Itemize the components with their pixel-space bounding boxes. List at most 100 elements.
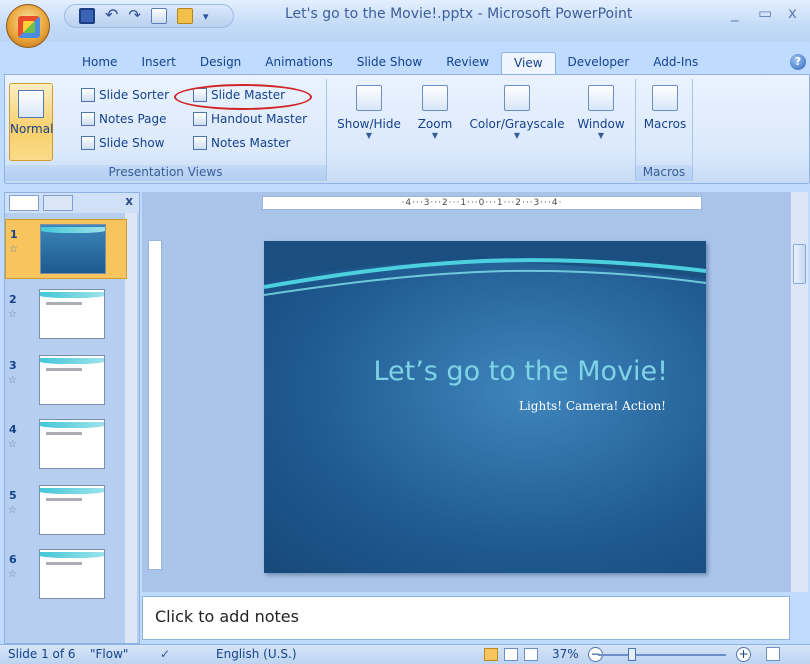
slide-wave-decoration xyxy=(264,241,706,296)
slide-show-icon xyxy=(81,136,95,150)
animation-star-icon: ☆ xyxy=(8,505,17,516)
color-grayscale-button[interactable]: Color/Grayscale ▼ xyxy=(465,79,569,140)
notes-master-button[interactable]: Notes Master xyxy=(193,133,290,153)
thumb-number: 6 xyxy=(9,553,17,566)
slides-tab[interactable] xyxy=(9,195,39,211)
slide-title[interactable]: Let’s go to the Movie! xyxy=(264,356,668,387)
spelling-check-icon[interactable]: ✓ xyxy=(160,647,170,661)
customize-qat-icon[interactable]: ▾ xyxy=(203,10,209,23)
group-label-macros: Macros xyxy=(636,165,692,181)
group-macros: Macros Macros xyxy=(635,79,693,181)
help-icon[interactable]: ? xyxy=(790,54,806,70)
slide-thumbnail-6[interactable]: 6 ☆ xyxy=(5,545,127,605)
notes-page-label: Notes Page xyxy=(99,112,167,126)
pane-tabs: x xyxy=(5,193,139,213)
ribbon-tabs: Home Insert Design Animations Slide Show… xyxy=(70,52,710,76)
office-logo-icon xyxy=(18,16,40,38)
slides-pane: x 1 ☆ 2 ☆ 3 ☆ 4 ☆ 5 ☆ 6 ☆ xyxy=(4,192,140,644)
thumb-number: 5 xyxy=(9,489,17,502)
slide-show-status-icon[interactable] xyxy=(524,648,538,661)
language[interactable]: English (U.S.) xyxy=(216,647,297,661)
status-bar: Slide 1 of 6 "Flow" ✓ English (U.S.) 37%… xyxy=(0,644,810,664)
theme-name: "Flow" xyxy=(90,647,129,661)
handout-master-icon xyxy=(193,112,207,126)
office-button[interactable] xyxy=(6,4,50,48)
thumb-image xyxy=(40,224,106,274)
thumb-number: 1 xyxy=(10,228,18,241)
notes-page-icon xyxy=(81,112,95,126)
thumb-number: 2 xyxy=(9,293,17,306)
color-grayscale-label: Color/Grayscale xyxy=(469,117,565,131)
handout-master-label: Handout Master xyxy=(211,112,308,126)
slide-thumbnail-3[interactable]: 3 ☆ xyxy=(5,351,127,411)
ribbon: Normal Slide Sorter Notes Page Slide Sho… xyxy=(4,74,810,184)
slide-sorter-label: Slide Sorter xyxy=(99,88,170,102)
handout-master-button[interactable]: Handout Master xyxy=(193,109,307,129)
open-folder-icon[interactable] xyxy=(176,8,193,24)
thumb-image xyxy=(39,419,105,469)
chevron-down-icon: ▼ xyxy=(431,131,439,140)
horizontal-ruler: ·4···3···2···1···0···1···2···3···4· xyxy=(262,196,702,210)
normal-view-status-icon[interactable] xyxy=(484,648,498,661)
minimize-button[interactable]: _ xyxy=(731,4,739,22)
slide-subtitle[interactable]: Lights! Camera! Action! xyxy=(264,399,666,413)
animation-star-icon: ☆ xyxy=(8,569,17,580)
tab-slide-show[interactable]: Slide Show xyxy=(345,52,434,74)
animation-star-icon: ☆ xyxy=(8,309,17,320)
show-hide-icon xyxy=(356,85,382,111)
save-icon[interactable] xyxy=(79,8,95,24)
undo-icon[interactable]: ↶ xyxy=(105,7,118,24)
normal-view-button[interactable]: Normal xyxy=(9,83,53,161)
slide-thumbnail-1[interactable]: 1 ☆ xyxy=(5,219,127,279)
outline-tab[interactable] xyxy=(43,195,73,211)
macros-button[interactable]: Macros xyxy=(640,79,690,131)
tab-animations[interactable]: Animations xyxy=(253,52,344,74)
slide-thumbnail-4[interactable]: 4 ☆ xyxy=(5,415,127,475)
show-hide-button[interactable]: Show/Hide ▼ xyxy=(333,79,405,140)
tab-review[interactable]: Review xyxy=(434,52,501,74)
thumb-number: 4 xyxy=(9,423,17,436)
slide-sorter-button[interactable]: Slide Sorter xyxy=(81,85,169,105)
zoom-button[interactable]: Zoom ▼ xyxy=(411,79,459,140)
current-slide[interactable]: Let’s go to the Movie! Lights! Camera! A… xyxy=(264,241,706,573)
slide-thumbnail-5[interactable]: 5 ☆ xyxy=(5,481,127,541)
slide-master-highlight xyxy=(174,84,312,110)
group-label-presentation-views: Presentation Views xyxy=(5,165,326,181)
thumb-number: 3 xyxy=(9,359,17,372)
tab-add-ins[interactable]: Add-Ins xyxy=(641,52,710,74)
print-preview-icon[interactable] xyxy=(150,8,167,24)
maximize-button[interactable]: ▭ xyxy=(758,4,772,22)
animation-star-icon: ☆ xyxy=(8,439,17,450)
scroll-thumb[interactable] xyxy=(793,244,806,284)
notes-page-button[interactable]: Notes Page xyxy=(81,109,167,129)
zoom-level[interactable]: 37% xyxy=(552,647,579,661)
normal-view-label: Normal xyxy=(10,122,54,136)
zoom-in-button[interactable]: + xyxy=(736,647,751,662)
notes-pane[interactable]: Click to add notes xyxy=(142,596,790,640)
show-hide-label: Show/Hide xyxy=(337,117,401,131)
magnifier-icon xyxy=(422,85,448,111)
tab-view[interactable]: View xyxy=(501,52,556,76)
close-button[interactable]: x xyxy=(788,4,797,22)
tab-design[interactable]: Design xyxy=(188,52,253,74)
slide-show-button[interactable]: Slide Show xyxy=(81,133,164,153)
notes-master-label: Notes Master xyxy=(211,136,291,150)
zoom-slider[interactable] xyxy=(598,654,726,656)
window-button[interactable]: Window ▼ xyxy=(571,79,631,140)
normal-view-icon xyxy=(18,90,44,118)
slide-sorter-status-icon[interactable] xyxy=(504,648,518,661)
animation-star-icon: ☆ xyxy=(9,244,18,255)
redo-icon[interactable]: ↷ xyxy=(128,8,141,24)
vertical-scrollbar[interactable] xyxy=(790,192,808,592)
tab-home[interactable]: Home xyxy=(70,52,129,74)
tab-developer[interactable]: Developer xyxy=(556,52,642,74)
thumb-image xyxy=(39,549,105,599)
fit-to-window-icon[interactable] xyxy=(766,647,780,661)
zoom-label: Zoom xyxy=(417,117,453,131)
notes-placeholder[interactable]: Click to add notes xyxy=(155,607,299,626)
close-icon[interactable]: x xyxy=(125,194,133,208)
thumb-image xyxy=(39,485,105,535)
slide-thumbnail-2[interactable]: 2 ☆ xyxy=(5,285,127,345)
zoom-slider-knob[interactable] xyxy=(628,648,636,661)
tab-insert[interactable]: Insert xyxy=(129,52,187,74)
